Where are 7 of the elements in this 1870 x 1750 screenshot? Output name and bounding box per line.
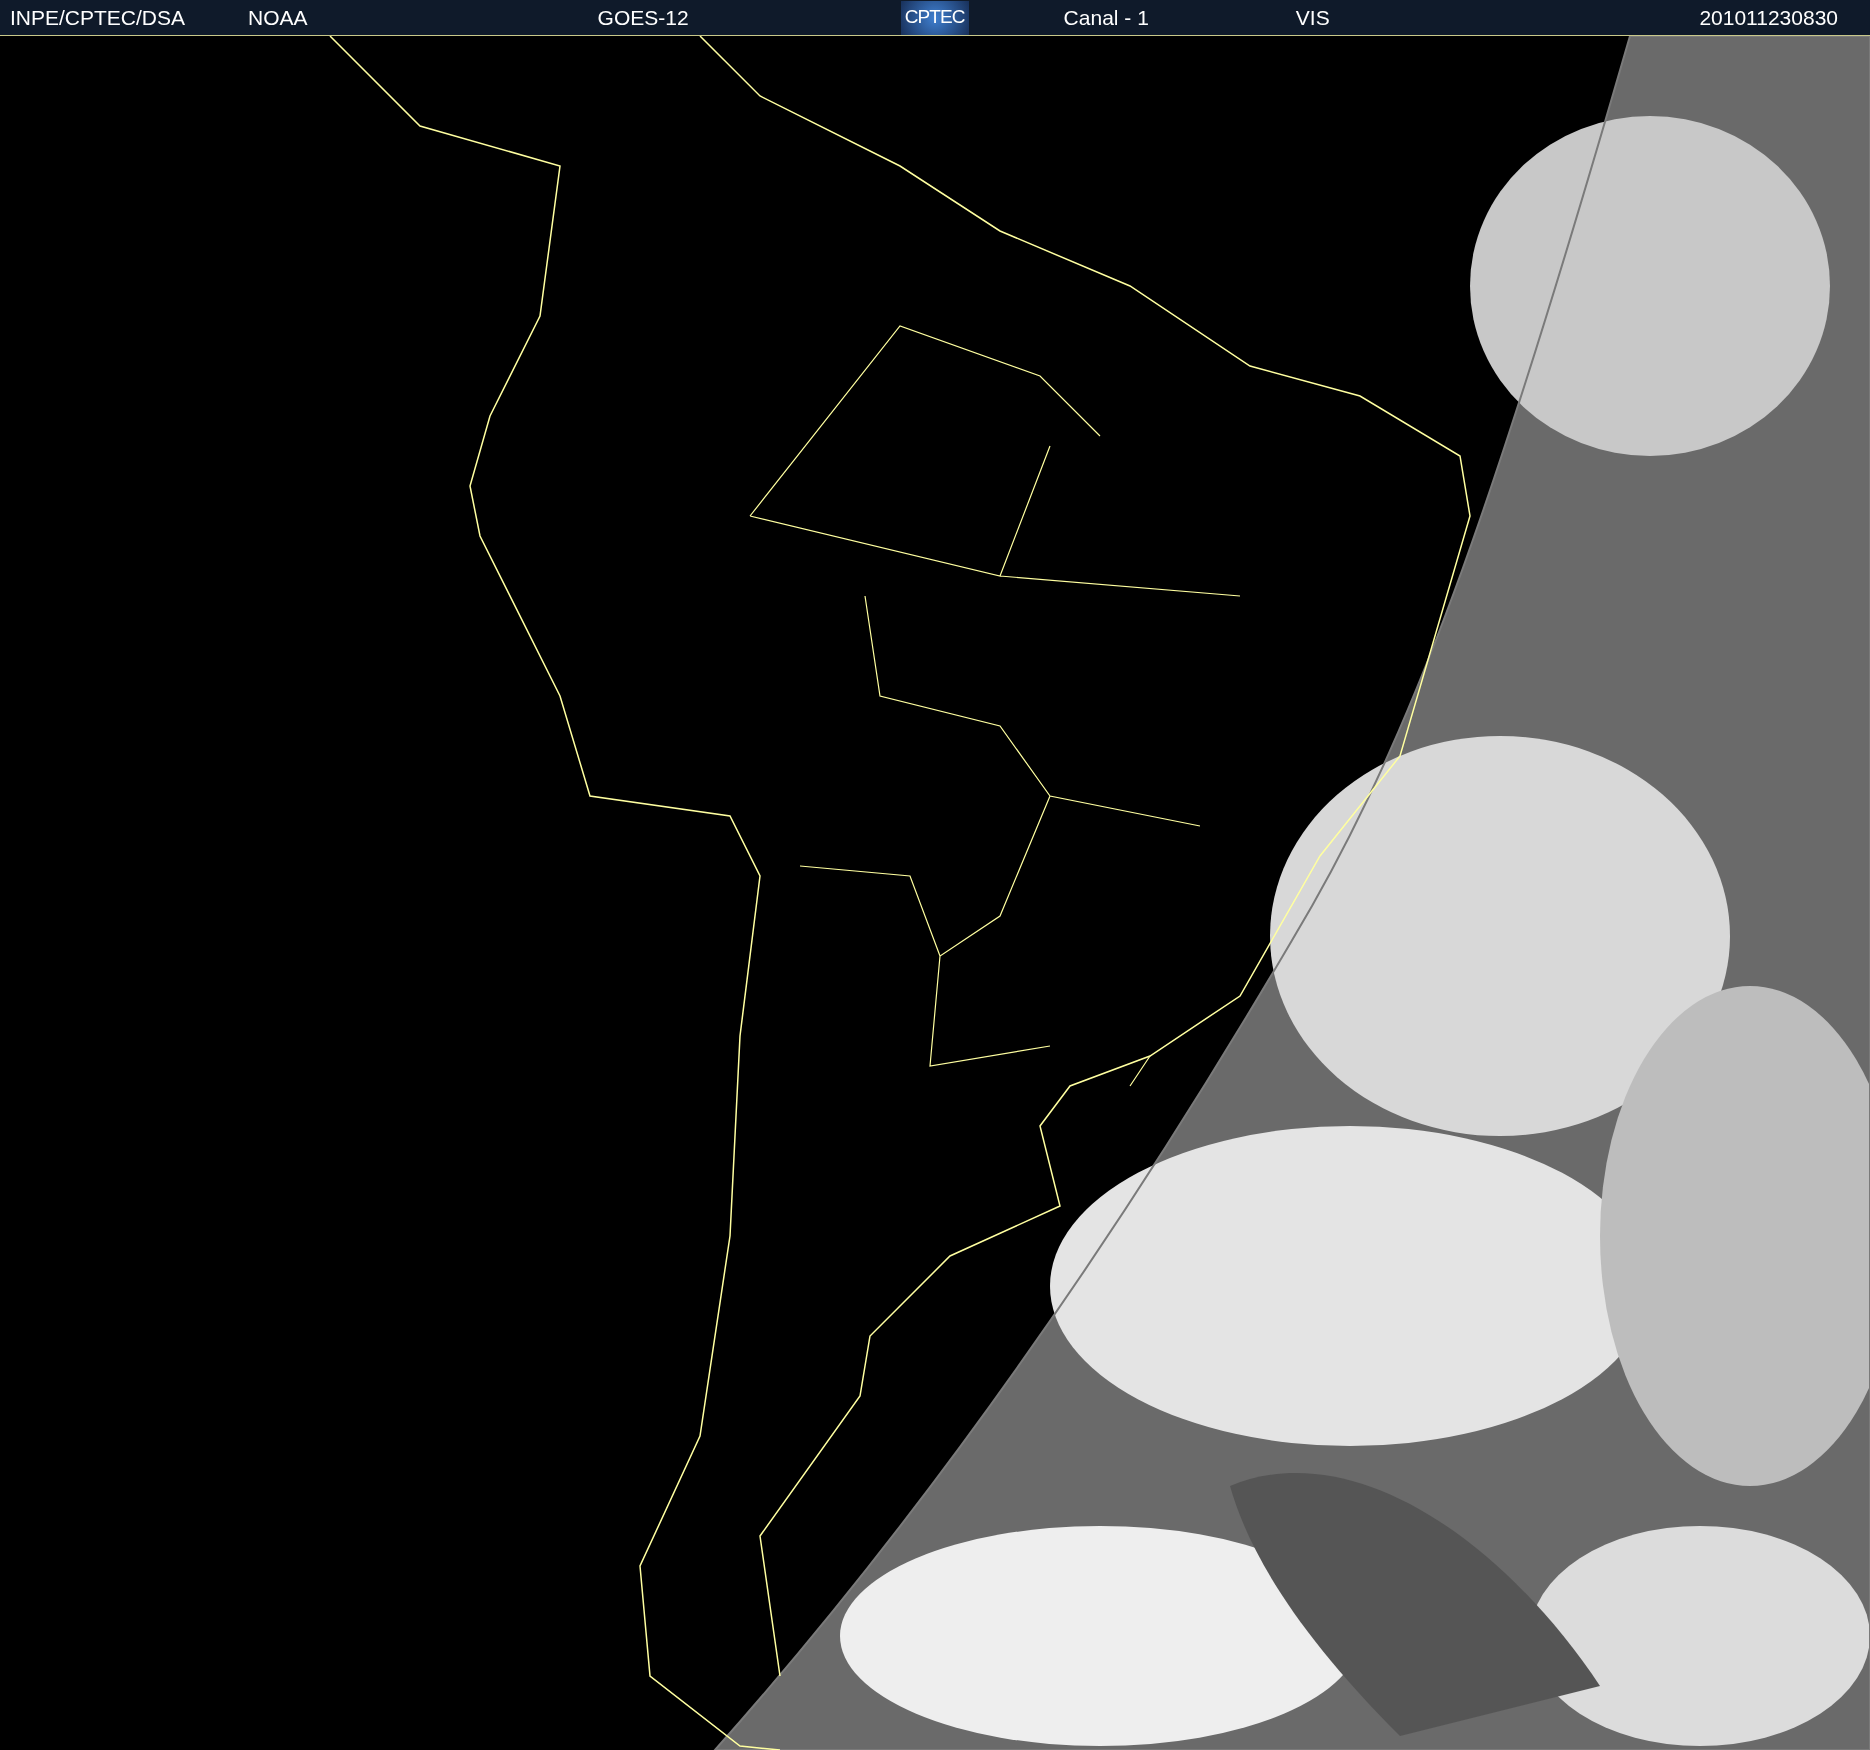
satellite-label: GOES-12 [597, 4, 689, 31]
source-label: INPE/CPTEC/DSA [10, 4, 186, 31]
timestamp-label: 201011230830 [1699, 4, 1838, 31]
logo: CPTEC [900, 0, 969, 35]
band-label: VIS [1295, 4, 1330, 31]
agency-label: NOAA [248, 4, 308, 31]
channel-label: Canal - 1 [1063, 4, 1149, 31]
